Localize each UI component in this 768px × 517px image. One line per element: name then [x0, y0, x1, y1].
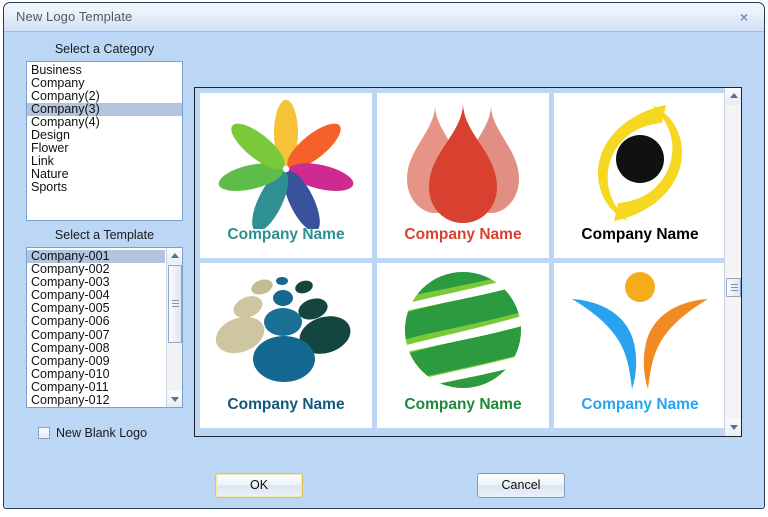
template-label: Select a Template: [54, 228, 155, 242]
scroll-thumb-grip-icon: [172, 300, 179, 308]
cancel-button[interactable]: Cancel: [477, 473, 565, 498]
logo-caption: Company Name: [581, 226, 699, 243]
category-listbox[interactable]: Business Company Company(2) Company(3) C…: [26, 61, 183, 221]
scroll-thumb[interactable]: [726, 278, 741, 297]
scroll-up-arrow-icon[interactable]: [167, 248, 182, 264]
template-listbox-items: Company-001 Company-002 Company-003 Comp…: [27, 248, 165, 407]
logo-tile-flower[interactable]: Company Name: [200, 93, 372, 258]
flower-petals-icon: [218, 100, 354, 229]
preview-scrollbar[interactable]: [724, 88, 741, 436]
new-blank-logo-checkbox-row[interactable]: New Blank Logo: [38, 426, 147, 440]
pebble-dots-icon: [215, 277, 351, 382]
water-droplets-icon: [407, 103, 519, 223]
person-figure-icon: [572, 272, 708, 389]
new-blank-logo-label: New Blank Logo: [56, 426, 148, 440]
scroll-thumb-grip-icon: [730, 283, 738, 292]
logo-tile-globe[interactable]: Company Name: [377, 263, 549, 428]
logo-tile-pebbles[interactable]: Company Name: [200, 263, 372, 428]
logo-preview-grid: Company Name Company Name Company Name C…: [195, 88, 726, 436]
scroll-down-arrow-icon[interactable]: [167, 391, 182, 407]
logo-caption: Company Name: [227, 226, 345, 243]
template-listbox-scrollbar[interactable]: [166, 248, 182, 407]
scroll-down-arrow-icon[interactable]: [725, 419, 741, 436]
scroll-up-arrow-icon[interactable]: [725, 88, 741, 105]
new-logo-template-dialog: New Logo Template × Select a Category Bu…: [3, 2, 765, 509]
template-item-008[interactable]: Company-008: [27, 341, 165, 355]
new-blank-logo-checkbox[interactable]: [38, 427, 50, 439]
template-item-007[interactable]: Company-007: [27, 328, 165, 342]
logo-caption: Company Name: [227, 396, 345, 413]
yellow-eye-icon: [598, 105, 682, 221]
logo-preview-panel: Company Name Company Name Company Name C…: [194, 87, 742, 437]
dialog-title: New Logo Template: [16, 9, 133, 24]
template-item-009[interactable]: Company-009: [27, 354, 165, 368]
close-icon[interactable]: ×: [733, 8, 755, 26]
logo-tile-person[interactable]: Company Name: [554, 263, 726, 428]
category-label: Select a Category: [54, 42, 155, 56]
logo-tile-droplets[interactable]: Company Name: [377, 93, 549, 258]
logo-caption: Company Name: [404, 396, 522, 413]
template-item-006[interactable]: Company-006: [27, 315, 165, 328]
dialog-titlebar: New Logo Template ×: [4, 3, 764, 32]
template-listbox[interactable]: Company-001 Company-002 Company-003 Comp…: [26, 247, 183, 408]
striped-globe-icon: [405, 272, 521, 388]
scroll-thumb[interactable]: [168, 265, 182, 343]
ok-button[interactable]: OK: [215, 473, 303, 498]
logo-tile-eye[interactable]: Company Name: [554, 93, 726, 258]
logo-caption: Company Name: [404, 226, 522, 243]
logo-caption: Company Name: [581, 396, 699, 413]
screen: New Logo Template × Select a Category Bu…: [0, 0, 768, 517]
dialog-body: Select a Category Business Company Compa…: [4, 32, 764, 508]
template-item-010[interactable]: Company-010: [27, 367, 165, 381]
category-listbox-items: Business Company Company(2) Company(3) C…: [27, 62, 182, 194]
category-item-sports[interactable]: Sports: [27, 181, 182, 194]
template-item-012[interactable]: Company-012: [27, 393, 165, 407]
